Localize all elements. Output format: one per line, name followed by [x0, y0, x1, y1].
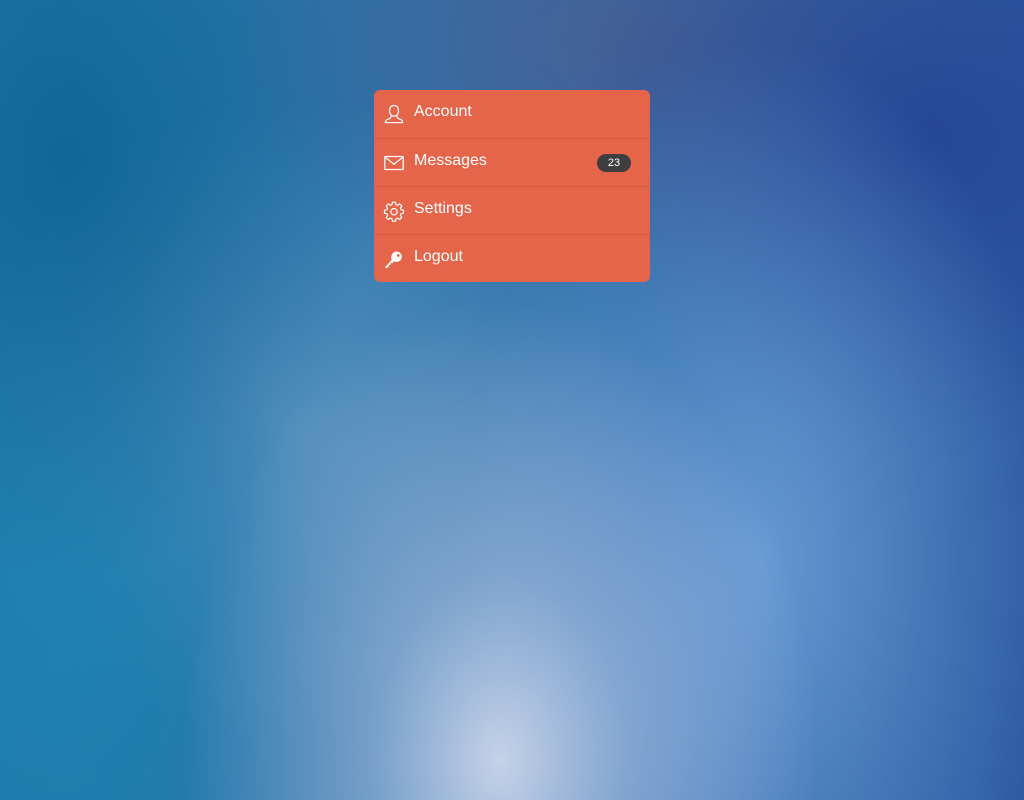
- menu-item-logout[interactable]: Logout: [374, 234, 650, 282]
- menu-item-label: Messages: [414, 152, 487, 169]
- menu-item-account[interactable]: Account: [374, 90, 650, 138]
- dropdown-menu: Account Messages 23 Settings Logout: [374, 90, 650, 282]
- key-icon: [383, 248, 405, 270]
- user-icon: [383, 103, 405, 125]
- menu-item-label: Logout: [414, 248, 463, 265]
- menu-item-settings[interactable]: Settings: [374, 186, 650, 234]
- mail-icon: [383, 152, 405, 174]
- menu-item-messages[interactable]: Messages 23: [374, 138, 650, 186]
- menu-item-label: Settings: [414, 200, 472, 217]
- menu-item-label: Account: [414, 103, 472, 120]
- gear-icon: [383, 200, 405, 222]
- unread-count-badge: 23: [597, 154, 631, 172]
